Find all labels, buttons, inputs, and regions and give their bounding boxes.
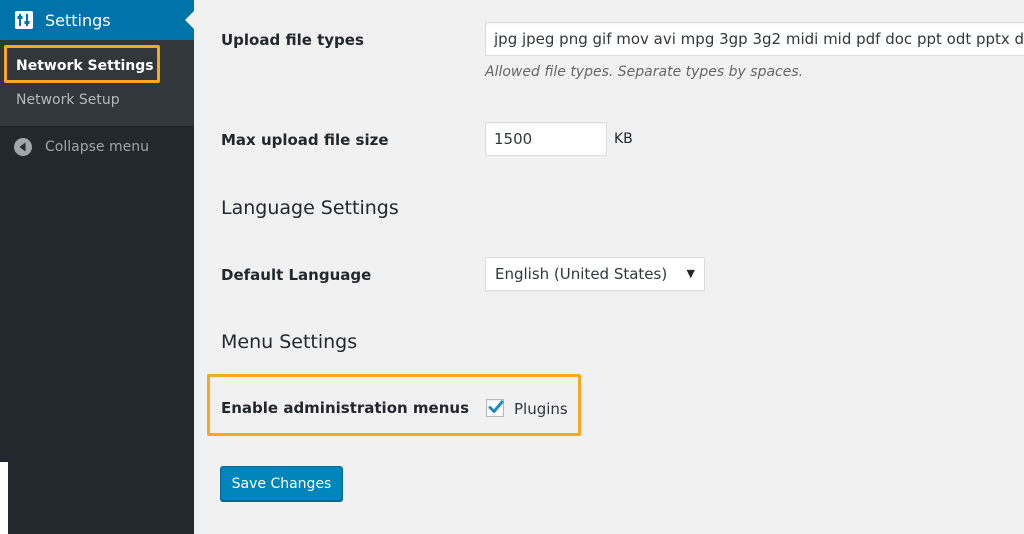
menu-settings-heading: Menu Settings: [221, 331, 358, 353]
submenu-item-label: Network Settings: [16, 58, 154, 74]
checkmark-icon: [488, 400, 504, 413]
max-upload-size-unit: KB: [614, 131, 633, 147]
upload-file-types-description: Allowed file types. Separate types by sp…: [485, 64, 804, 80]
submenu-item-network-settings[interactable]: Network Settings: [0, 53, 194, 79]
enable-admin-menus-label: Enable administration menus: [221, 399, 469, 417]
max-upload-size-input[interactable]: [485, 122, 607, 156]
upload-file-types-input[interactable]: [485, 22, 1024, 56]
admin-sidebar: Settings Network Settings Network Setup …: [0, 0, 194, 534]
upload-file-types-label: Upload file types: [221, 31, 364, 49]
collapse-arrow-icon: [14, 138, 32, 156]
plugins-checkbox-label[interactable]: Plugins: [514, 400, 568, 418]
settings-sliders-icon: [14, 10, 34, 30]
submenu-item-label: Network Setup: [16, 92, 120, 108]
current-menu-arrow: [185, 11, 194, 29]
sidebar-footer-edge: [0, 462, 8, 534]
language-settings-heading: Language Settings: [221, 197, 399, 219]
chevron-down-icon: ▼: [686, 267, 695, 280]
default-language-label: Default Language: [221, 266, 372, 284]
menu-item-settings[interactable]: Settings: [0, 0, 194, 40]
default-language-selected: English (United States): [495, 265, 668, 283]
default-language-select[interactable]: English (United States) ▼: [485, 257, 705, 291]
collapse-menu-button[interactable]: Collapse menu: [0, 133, 194, 161]
menu-item-settings-label: Settings: [45, 10, 111, 30]
settings-submenu: Network Settings Network Setup: [0, 40, 194, 126]
collapse-menu-label: Collapse menu: [45, 139, 149, 155]
submenu-item-network-setup[interactable]: Network Setup: [0, 87, 194, 113]
max-upload-size-label: Max upload file size: [221, 131, 389, 149]
save-changes-button[interactable]: Save Changes: [220, 466, 343, 501]
plugins-checkbox[interactable]: [486, 399, 504, 417]
